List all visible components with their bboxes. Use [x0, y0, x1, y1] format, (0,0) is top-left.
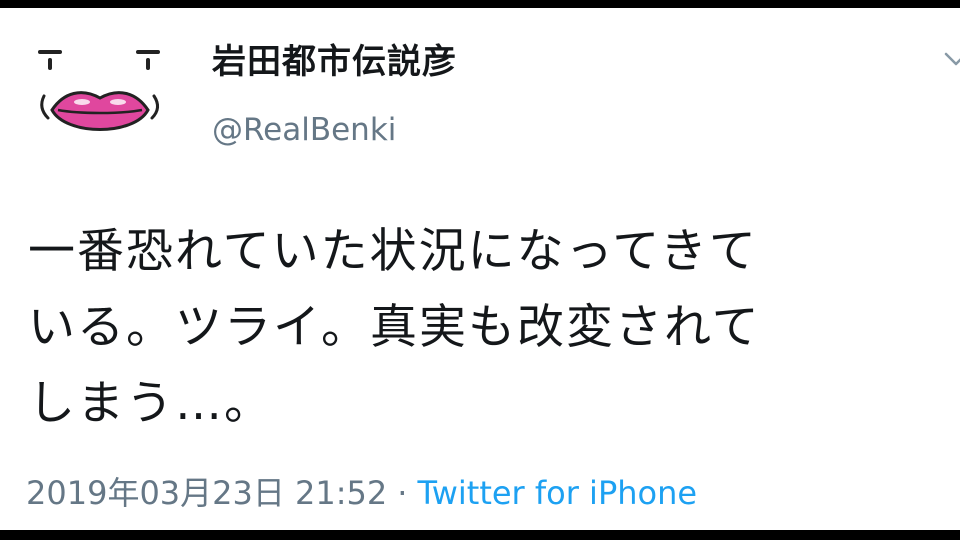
chevron-down-icon[interactable] [944, 48, 960, 72]
tweet-card: 岩田都市伝説彦 @RealBenki 一番恐れていた状況になってきて いる。ツライ… [0, 8, 960, 530]
tweet-text-line: しまう…。 [28, 376, 273, 431]
tweet-source-link[interactable]: Twitter for iPhone [417, 474, 697, 512]
meta-separator: · [397, 474, 408, 512]
author-display-name[interactable]: 岩田都市伝説彦 [212, 34, 457, 83]
avatar-lips [50, 91, 150, 131]
tweet-timestamp[interactable]: 2019年03月23日 21:52 [26, 474, 387, 512]
avatar-eyes [38, 50, 160, 70]
tweet-text-line: 一番恐れていた状況になってきて [28, 224, 758, 279]
tweet-text: 一番恐れていた状況になってきて いる。ツライ。真実も改変されて しまう…。 [28, 214, 960, 442]
tweet-meta: 2019年03月23日 21:52 · Twitter for iPhone [26, 468, 697, 514]
lips-face-avatar-icon[interactable] [34, 38, 166, 148]
tweet-text-line: いる。ツライ。真実も改変されて [28, 300, 761, 355]
author-handle[interactable]: @RealBenki [212, 112, 396, 148]
